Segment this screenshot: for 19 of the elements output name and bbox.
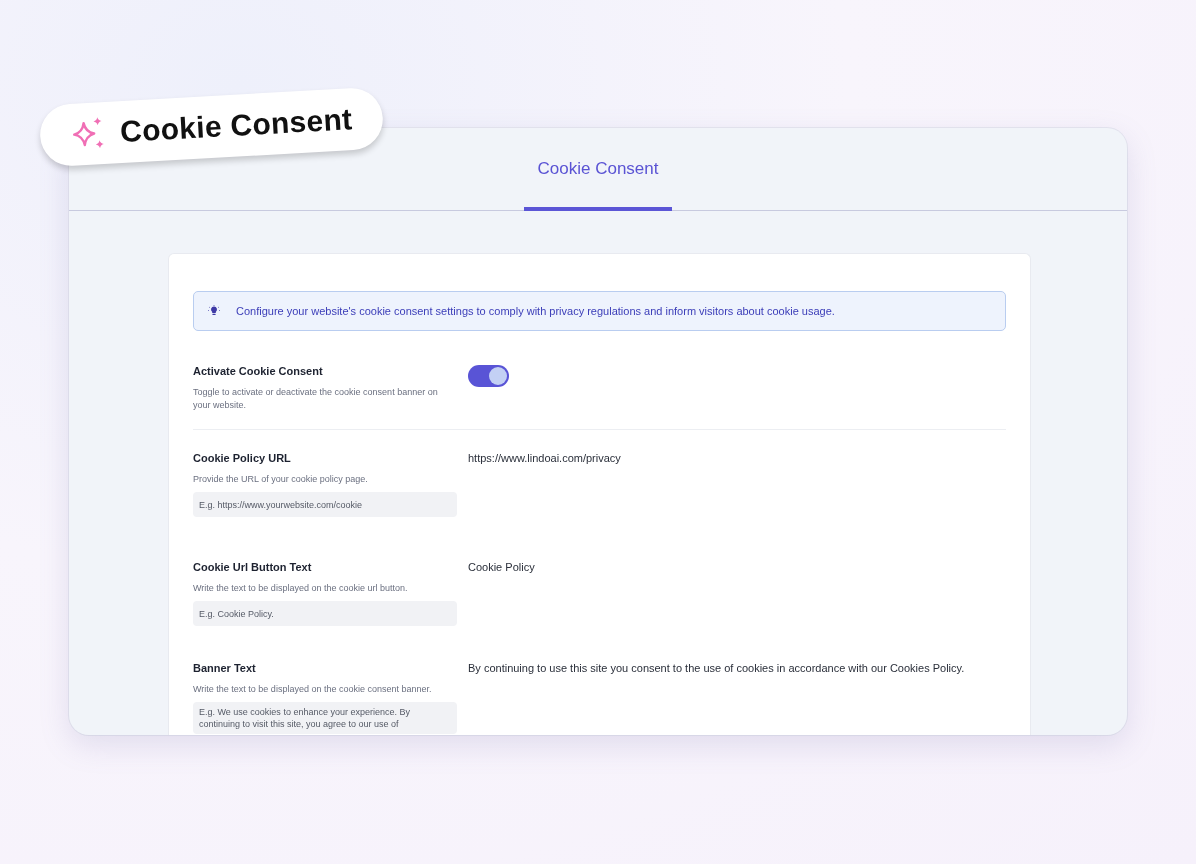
toggle-switch[interactable] bbox=[468, 365, 509, 387]
text-area[interactable]: E.g. We use cookies to enhance your experience. By continuing to visit this site, you agree to our use of bbox=[193, 702, 457, 734]
input-field[interactable]: E.g. Cookie Policy. bbox=[193, 601, 457, 626]
setting-label: Cookie Policy URL bbox=[193, 452, 292, 464]
current-value: By continuing to use this site you consent to the use of cookies in accordance with our Cookies Policy. bbox=[468, 662, 966, 674]
setting-description: Write the text to be displayed on the cookie url button. bbox=[193, 582, 409, 595]
input-field[interactable]: E.g. https://www.yourwebsite.com/cookie bbox=[193, 492, 457, 517]
setting-description: Write the text to be displayed on the cookie consent banner. bbox=[193, 683, 433, 696]
badge-title: Cookie Consent bbox=[119, 102, 354, 150]
current-value: https://www.lindoai.com/privacy bbox=[468, 452, 622, 464]
info-text: Configure your website's cookie consent settings to comply with privacy regulations and inform visitors about cookie usage. bbox=[236, 305, 835, 317]
setting-description: Toggle to activate or deactivate the cookie consent banner on your website. bbox=[193, 386, 439, 412]
setting-description: Provide the URL of your cookie policy page. bbox=[193, 473, 369, 486]
tab[interactable]: Cookie Consent bbox=[524, 129, 672, 211]
setting-label: Banner Text bbox=[193, 662, 257, 674]
setting-label: Cookie Url Button Text bbox=[193, 561, 313, 573]
setting-label: Activate Cookie Consent bbox=[193, 365, 324, 377]
current-value: Cookie Policy bbox=[468, 561, 536, 573]
lightbulb-icon bbox=[208, 305, 220, 317]
